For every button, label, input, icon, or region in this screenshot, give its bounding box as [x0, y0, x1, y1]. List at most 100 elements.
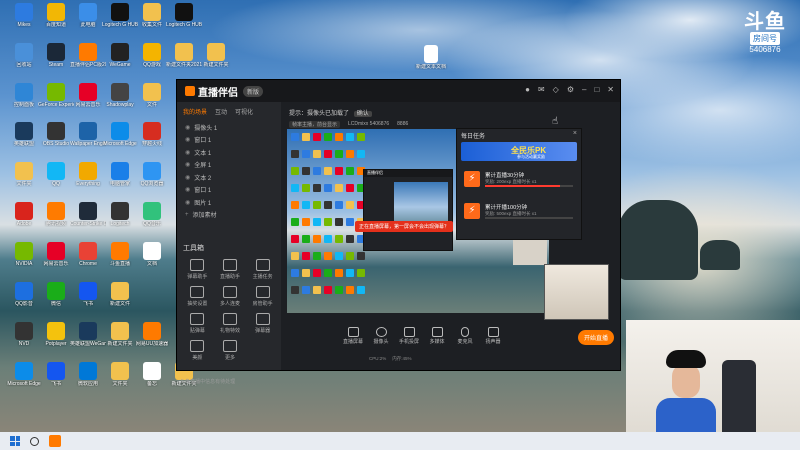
desktop-icon[interactable]: 飞书 — [70, 282, 106, 322]
desktop-icon[interactable]: Mikes — [6, 3, 42, 43]
desktop-icon[interactable]: 英雄联盟 — [6, 122, 42, 162]
desktop-icon[interactable]: 新建文件夹 — [198, 43, 234, 83]
eye-icon[interactable]: ◉ — [185, 136, 190, 143]
desktop-icon[interactable]: 百度知道 — [38, 3, 74, 43]
close-icon[interactable]: ✕ — [607, 85, 614, 94]
layer-item[interactable]: ◉ 全屏 1 — [177, 159, 281, 172]
settings-icon[interactable]: ⚙ — [567, 85, 574, 94]
desktop-icon[interactable]: Microsoft Edge — [102, 122, 138, 162]
desktop-icon[interactable]: Chrome — [70, 242, 106, 282]
desktop-icon[interactable]: Potplayer — [38, 322, 74, 362]
desktop-icon[interactable]: 新建文件 — [102, 282, 138, 322]
desktop-icon[interactable]: 文件夹 — [6, 162, 42, 202]
gift-icon[interactable]: ◇ — [553, 85, 559, 94]
desktop-icon[interactable]: NVD — [6, 322, 42, 362]
eye-icon[interactable]: ◉ — [185, 161, 190, 168]
desktop-icon[interactable]: NVIDIA — [6, 242, 42, 282]
eye-icon[interactable]: ◉ — [185, 186, 190, 193]
desktop-icon[interactable]: Logitech G HUB — [102, 3, 138, 43]
desktop-icon[interactable]: Shadowplay — [102, 83, 138, 123]
desktop-icon[interactable]: Steam — [38, 43, 74, 83]
tool-gift-effect[interactable]: 礼物特效 — [214, 313, 247, 334]
tool-beauty[interactable]: 美颜 — [181, 340, 214, 361]
desktop-icon[interactable]: QQ音乐 — [134, 202, 170, 242]
desktop-icon[interactable]: 文档 — [134, 242, 170, 282]
eye-icon[interactable]: ◉ — [185, 149, 190, 156]
tab-my-scenes[interactable]: 我的场景 — [183, 107, 207, 116]
layer-item[interactable]: ◉ 窗口 1 — [177, 184, 281, 197]
tool-room-admin[interactable]: 房管助手 — [246, 286, 279, 307]
desktop-icon[interactable]: 腾讯视频 — [38, 202, 74, 242]
desktop-icon[interactable]: Adobe — [6, 202, 42, 242]
tool-danmu-box[interactable]: 弹幕器 — [246, 313, 279, 334]
eye-icon[interactable]: ◉ — [185, 124, 190, 131]
tool-multi-mic[interactable]: 多人连麦 — [214, 286, 247, 307]
layer-item[interactable]: ◉ 摄像头 1 — [177, 121, 281, 134]
desktop-icon[interactable]: 穿越火线 — [134, 122, 170, 162]
desktop-icon[interactable]: 网易云音乐 — [38, 242, 74, 282]
tool-lottery[interactable]: 抽奖设置 — [181, 286, 214, 307]
desktop-icon[interactable]: Microsoft Edge — [6, 362, 42, 402]
media-button[interactable]: 多媒体 — [423, 327, 451, 345]
desktop-icon[interactable]: WeGame — [102, 43, 138, 83]
layer-item[interactable]: ◉ 文本 1 — [177, 146, 281, 159]
desktop-icon[interactable]: 回收站 — [6, 43, 42, 83]
desktop-icon[interactable]: QQ — [38, 162, 74, 202]
camera-button[interactable]: 摄像头 — [367, 327, 395, 345]
phone-cast-button[interactable]: 手机投屏 — [395, 327, 423, 345]
tool-danmu-helper[interactable]: 弹幕助手 — [181, 259, 214, 280]
tip-confirm-button[interactable]: 确认 — [353, 111, 372, 117]
avatar-icon[interactable]: ● — [525, 85, 530, 94]
desktop-icon[interactable]: QQ浏览器 — [134, 162, 170, 202]
start-live-button[interactable]: 开始直播 — [577, 330, 614, 345]
tab-visual[interactable]: 可视化 — [235, 107, 253, 116]
desktop-icon[interactable]: QQ游戏 — [134, 43, 170, 83]
close-icon[interactable]: × — [573, 130, 577, 137]
speaker-button[interactable]: 扬声器 — [479, 327, 507, 345]
task-item[interactable]: ⚡ 累计直播30分钟 奖励: 200exp 直播时长 x1 — [461, 169, 577, 193]
overlay-text-label[interactable]: 正在直播屏幕，第一屏会不会出现弹幕？ — [355, 221, 454, 232]
desktop-icon[interactable]: 新建文件夹 — [102, 322, 138, 362]
desktop-icon[interactable]: OBS Studio — [38, 122, 74, 162]
desktop-icon[interactable]: 英雄联盟WeGame版 — [70, 322, 106, 362]
layer-item[interactable]: ◉ 图片 1 — [177, 196, 281, 209]
tool-streamer-task[interactable]: 主播任务 — [246, 259, 279, 280]
eye-icon[interactable]: ◉ — [185, 174, 190, 181]
add-source-item[interactable]: + 添加素材 — [177, 209, 281, 222]
desktop-icon[interactable]: 控制面板 — [6, 83, 42, 123]
desktop-icon[interactable]: 直播伴侣PC版2021.1.8 — [70, 43, 106, 83]
desktop-icon[interactable]: 微信 — [38, 282, 74, 322]
minimize-icon[interactable]: – — [582, 85, 586, 94]
desktop-icon[interactable]: 微软应用 — [70, 362, 106, 402]
desktop-icon[interactable]: 收集文件 — [134, 3, 170, 43]
desktop-icon[interactable]: 此电脑 — [70, 3, 106, 43]
stream-mode-badge[interactable]: 帧率主播，前台显示 — [289, 121, 341, 128]
eye-icon[interactable]: ◉ — [185, 199, 190, 206]
screen-button[interactable]: 直播屏幕 — [339, 327, 367, 345]
tool-live-helper[interactable]: 直播助手 — [214, 259, 247, 280]
desktop-icon[interactable]: Logitech G HUB — [166, 3, 202, 43]
desktop-icon[interactable]: 网易云音乐 — [70, 83, 106, 123]
desktop-icon[interactable]: 文件夹 — [102, 362, 138, 402]
layer-item[interactable]: ◉ 窗口 1 — [177, 134, 281, 147]
desktop-icon[interactable]: 新建文件夹2021.1.8 — [166, 43, 202, 83]
live-companion-taskbar-icon[interactable] — [49, 435, 61, 447]
desktop-icon[interactable]: Everything — [70, 162, 106, 202]
version-badge[interactable]: 新版 — [243, 85, 264, 97]
tool-stick-danmu[interactable]: 贴弹幕 — [181, 313, 214, 334]
microphone-button[interactable]: 麦克风 — [451, 327, 479, 345]
desktop-icon[interactable]: 备忘 — [134, 362, 170, 402]
message-icon[interactable]: ✉ — [538, 85, 545, 94]
search-icon[interactable] — [30, 436, 39, 446]
layer-item[interactable]: ◉ 文本 2 — [177, 171, 281, 184]
tool-more[interactable]: 更多 — [214, 340, 247, 361]
desktop-icon[interactable]: 电脑管家 — [102, 162, 138, 202]
desktop-icon[interactable]: GeForce Experience — [38, 83, 74, 123]
preview-camera-source[interactable] — [513, 239, 547, 265]
maximize-icon[interactable]: □ — [594, 85, 599, 94]
task-item[interactable]: ⚡ 累计开播100分钟 奖励: 500exp 直播时长 x1 — [461, 201, 577, 225]
desktop-icon[interactable]: Counter-Strike GO — [70, 202, 106, 242]
desktop-icon[interactable]: Wallpaper Engine — [70, 122, 106, 162]
desktop-icon[interactable]: Logitech — [102, 202, 138, 242]
pending-info-tip[interactable]: 5 条直播中信息有待处理 — [181, 378, 235, 385]
